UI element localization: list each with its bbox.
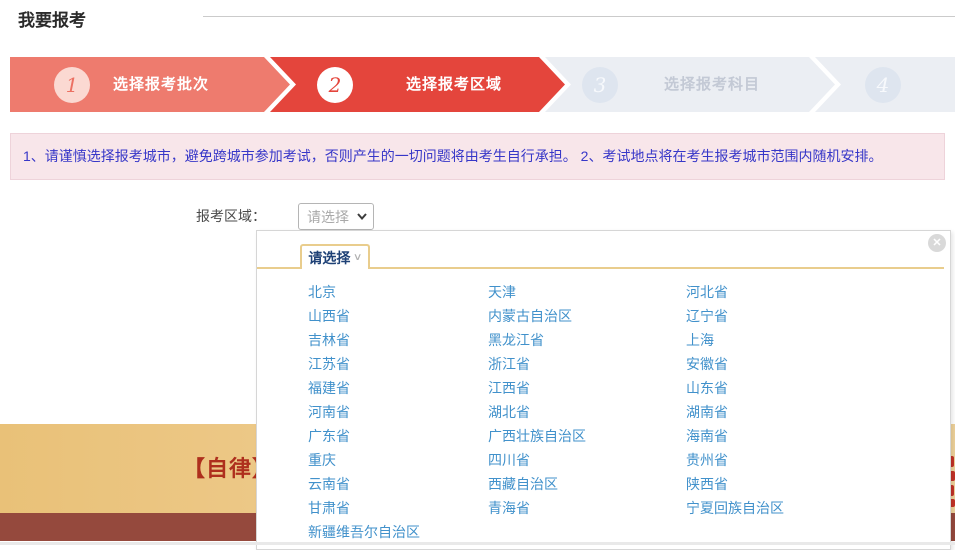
region-item[interactable]: 辽宁省: [686, 304, 908, 328]
region-item[interactable]: 青海省: [488, 496, 686, 520]
region-select[interactable]: 请选择: [298, 203, 374, 230]
region-item[interactable]: 甘肃省: [308, 496, 488, 520]
region-grid: 北京天津河北省山西省内蒙古自治区辽宁省吉林省黑龙江省上海江苏省浙江省安徽省福建省…: [308, 280, 908, 544]
region-item[interactable]: 四川省: [488, 448, 686, 472]
tab-please-select[interactable]: 请选择 ∨: [300, 244, 370, 269]
region-item[interactable]: 山东省: [686, 376, 908, 400]
region-item[interactable]: 山西省: [308, 304, 488, 328]
notice-text: 1、请谨慎选择报考城市，避免跨城市参加考试，否则产生的一切问题将由考生自行承担。…: [23, 134, 936, 179]
step-4-number: 4: [865, 67, 901, 103]
region-item[interactable]: 广西壮族自治区: [488, 424, 686, 448]
chevron-down-icon: [357, 213, 367, 220]
region-item[interactable]: 云南省: [308, 472, 488, 496]
region-item[interactable]: 河南省: [308, 400, 488, 424]
close-icon[interactable]: ✕: [928, 234, 946, 252]
region-item[interactable]: 西藏自治区: [488, 472, 686, 496]
region-item[interactable]: 湖北省: [488, 400, 686, 424]
region-item[interactable]: 黑龙江省: [488, 328, 686, 352]
exam-registration-page: 我要报考 1 2 3 4 选择报考批次 选择报考区域 选择报考科目 1、请谨慎选…: [0, 0, 955, 545]
region-item[interactable]: 新疆维吾尔自治区: [308, 520, 488, 544]
region-item[interactable]: 内蒙古自治区: [488, 304, 686, 328]
region-item[interactable]: 贵州省: [686, 448, 908, 472]
step-2-number: 2: [317, 67, 353, 103]
region-select-value: 请选择: [299, 207, 357, 227]
region-item[interactable]: 浙江省: [488, 352, 686, 376]
step-3-number: 3: [582, 67, 618, 103]
region-item[interactable]: 陕西省: [686, 472, 908, 496]
step-wizard: 1 2 3 4 选择报考批次 选择报考区域 选择报考科目: [10, 57, 955, 112]
region-item[interactable]: 天津: [488, 280, 686, 304]
step-1-number: 1: [54, 67, 90, 103]
header-divider: [203, 16, 955, 17]
notice-banner: 1、请谨慎选择报考城市，避免跨城市参加考试，否则产生的一切问题将由考生自行承担。…: [10, 133, 945, 180]
region-item[interactable]: 宁夏回族自治区: [686, 496, 908, 520]
region-item[interactable]: 海南省: [686, 424, 908, 448]
region-item[interactable]: 上海: [686, 328, 908, 352]
region-item[interactable]: 江西省: [488, 376, 686, 400]
region-item[interactable]: 湖南省: [686, 400, 908, 424]
region-item[interactable]: 重庆: [308, 448, 488, 472]
region-item[interactable]: 福建省: [308, 376, 488, 400]
chevron-down-icon: ∨: [353, 252, 363, 263]
region-item[interactable]: 江苏省: [308, 352, 488, 376]
page-title: 我要报考: [18, 6, 86, 31]
region-item[interactable]: 河北省: [686, 280, 908, 304]
tab-label: 请选择: [308, 248, 350, 268]
region-picker-panel: ✕ 请选择 ∨ 北京天津河北省山西省内蒙古自治区辽宁省吉林省黑龙江省上海江苏省浙…: [256, 230, 951, 550]
region-item[interactable]: 北京: [308, 280, 488, 304]
region-item[interactable]: 广东省: [308, 424, 488, 448]
region-item[interactable]: 安徽省: [686, 352, 908, 376]
region-item[interactable]: 吉林省: [308, 328, 488, 352]
step-2-label: 选择报考区域: [406, 57, 502, 112]
region-field-label: 报考区域：: [196, 206, 266, 226]
step-1-label: 选择报考批次: [113, 57, 209, 112]
step-3-label: 选择报考科目: [664, 57, 760, 112]
